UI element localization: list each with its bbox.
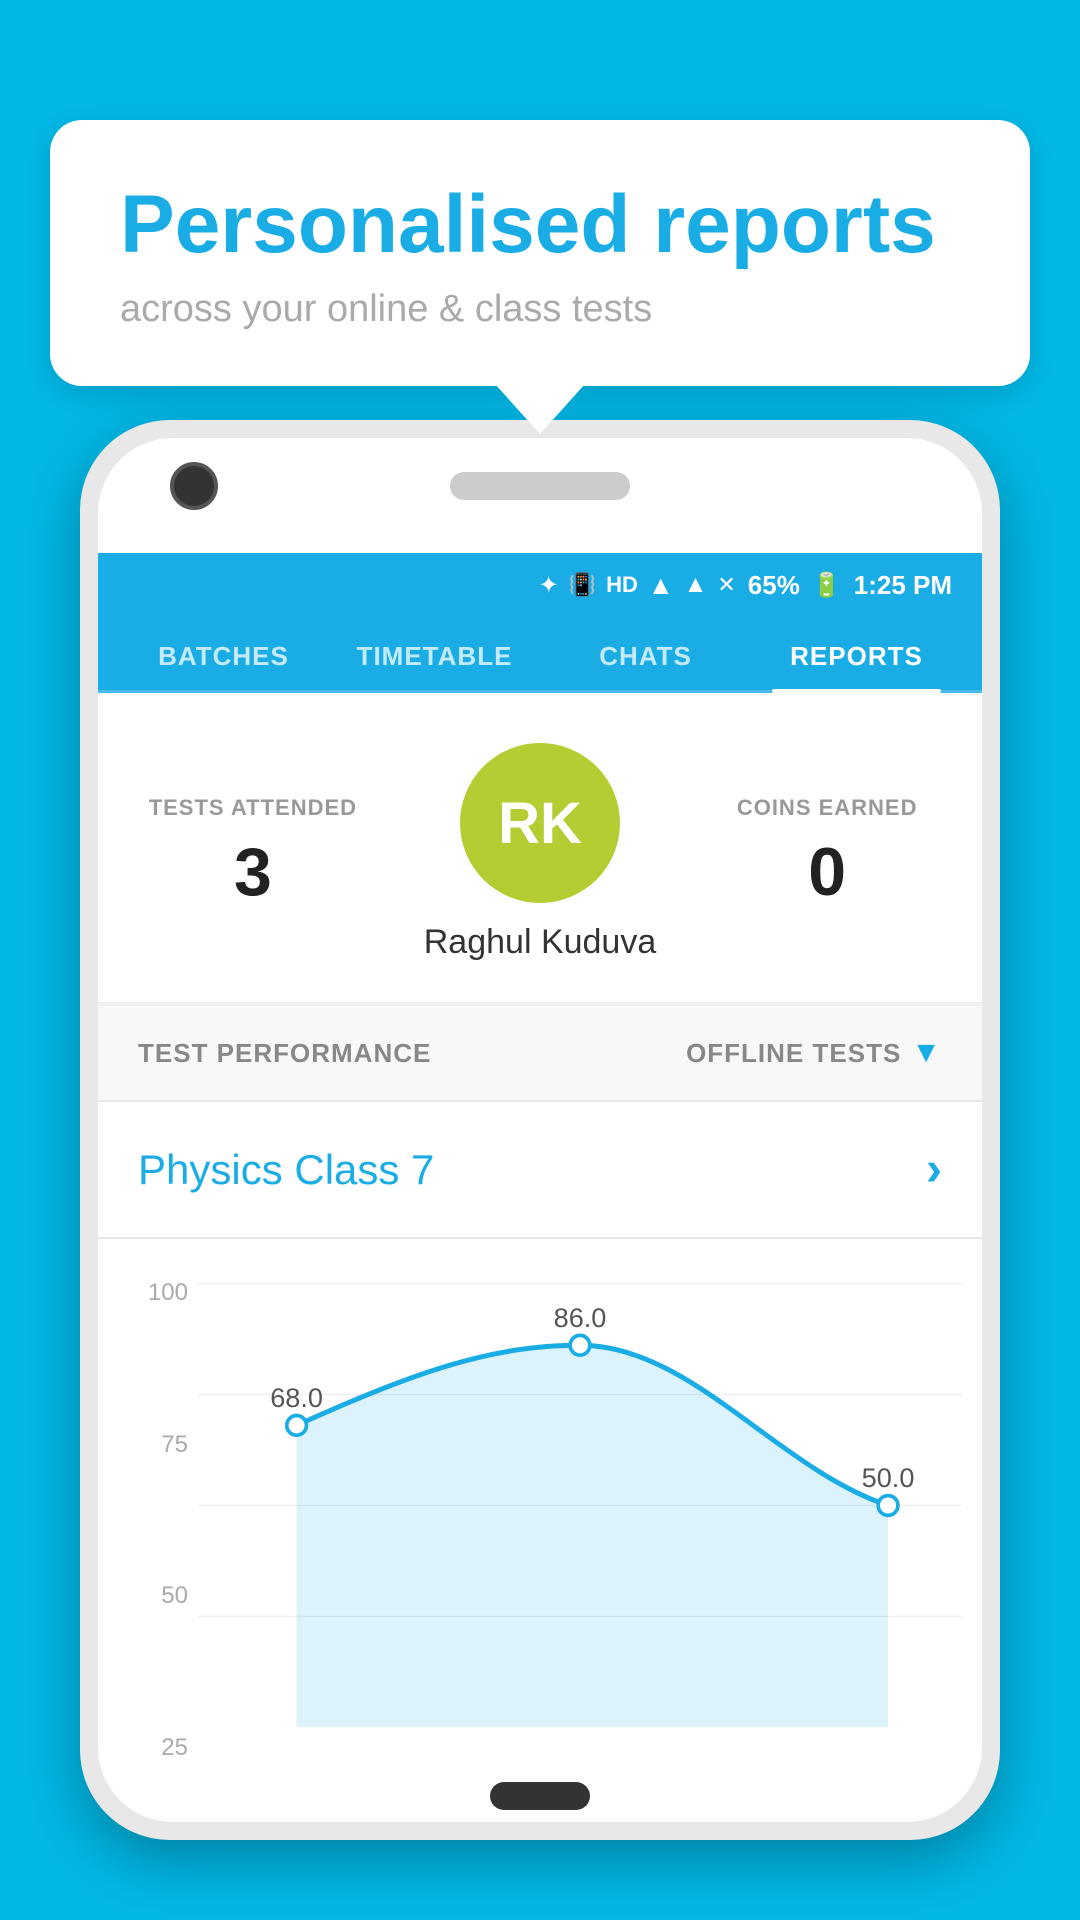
status-bar: ✦ 📳 HD ▲ ▲ ✕ 65% 🔋 1:25 PM xyxy=(98,553,982,617)
svg-text:50.0: 50.0 xyxy=(862,1462,915,1493)
tests-attended-value: 3 xyxy=(138,833,368,911)
tooltip-card: Personalised reports across your online … xyxy=(50,120,1030,386)
chart-area: 100 75 50 25 xyxy=(98,1239,982,1822)
phone-speaker xyxy=(450,472,630,500)
y-label-100: 100 xyxy=(128,1279,188,1307)
y-axis: 100 75 50 25 xyxy=(118,1259,198,1822)
wifi-icon: ▲ xyxy=(648,570,674,601)
y-label-25: 25 xyxy=(128,1734,188,1762)
chart-point-3 xyxy=(878,1496,898,1516)
avatar-initials: RK xyxy=(498,790,582,857)
signal-icon: ▲ xyxy=(684,571,708,599)
tooltip-subtitle: across your online & class tests xyxy=(120,288,960,331)
chevron-right-icon: › xyxy=(926,1142,942,1197)
class-row[interactable]: Physics Class 7 › xyxy=(98,1102,982,1239)
tests-attended-block: TESTS ATTENDED 3 xyxy=(138,795,368,911)
performance-label: TEST PERFORMANCE xyxy=(138,1038,431,1069)
class-name: Physics Class 7 xyxy=(138,1146,434,1194)
bluetooth-icon: ✦ xyxy=(539,571,559,600)
phone-wrapper: ✦ 📳 HD ▲ ▲ ✕ 65% 🔋 1:25 PM xyxy=(80,420,1000,1920)
coins-earned-block: COINS EARNED 0 xyxy=(712,795,942,911)
tooltip-title: Personalised reports xyxy=(120,180,960,270)
phone-home-button xyxy=(490,1782,590,1810)
nav-tabs: BATCHES TIMETABLE CHATS REPORTS xyxy=(98,617,982,693)
coins-earned-label: COINS EARNED xyxy=(712,795,942,821)
screen-content: ✦ 📳 HD ▲ ▲ ✕ 65% 🔋 1:25 PM xyxy=(98,553,982,1822)
y-label-50: 50 xyxy=(128,1582,188,1610)
time-display: 1:25 PM xyxy=(854,570,952,601)
performance-header: TEST PERFORMANCE OFFLINE TESTS ▼ xyxy=(98,1006,982,1102)
hd-label: HD xyxy=(606,572,638,598)
tab-reports[interactable]: REPORTS xyxy=(751,617,962,690)
avatar: RK xyxy=(460,743,620,903)
tab-timetable[interactable]: TIMETABLE xyxy=(329,617,540,690)
svg-text:86.0: 86.0 xyxy=(554,1302,607,1333)
tab-chats[interactable]: CHATS xyxy=(540,617,751,690)
main-content: TESTS ATTENDED 3 RK Raghul Kuduva COINS … xyxy=(98,693,982,1822)
chart-point-2 xyxy=(570,1335,590,1355)
phone-camera xyxy=(170,462,218,510)
profile-section: TESTS ATTENDED 3 RK Raghul Kuduva COINS … xyxy=(98,693,982,1002)
chevron-down-icon: ▼ xyxy=(911,1036,942,1070)
battery-level: 65% xyxy=(748,570,800,601)
line-chart: 68.0 86.0 50.0 xyxy=(198,1259,962,1727)
offline-tests-button[interactable]: OFFLINE TESTS ▼ xyxy=(686,1036,942,1070)
phone-outer: ✦ 📳 HD ▲ ▲ ✕ 65% 🔋 1:25 PM xyxy=(80,420,1000,1840)
tab-batches[interactable]: BATCHES xyxy=(118,617,329,690)
chart-point-1 xyxy=(287,1415,307,1435)
vibrate-icon: 📳 xyxy=(569,572,596,598)
no-sim-icon: ✕ xyxy=(717,572,735,598)
chart-container: 100 75 50 25 xyxy=(118,1259,962,1822)
battery-icon: 🔋 xyxy=(812,571,842,600)
y-label-75: 75 xyxy=(128,1431,188,1459)
phone-screen: ✦ 📳 HD ▲ ▲ ✕ 65% 🔋 1:25 PM xyxy=(98,438,982,1822)
svg-text:68.0: 68.0 xyxy=(270,1382,323,1413)
user-name: Raghul Kuduva xyxy=(424,923,657,962)
status-icons: ✦ 📳 HD ▲ ▲ ✕ xyxy=(539,570,736,601)
offline-tests-label: OFFLINE TESTS xyxy=(686,1038,901,1069)
tests-attended-label: TESTS ATTENDED xyxy=(138,795,368,821)
coins-earned-value: 0 xyxy=(712,833,942,911)
avatar-block: RK Raghul Kuduva xyxy=(368,743,713,962)
